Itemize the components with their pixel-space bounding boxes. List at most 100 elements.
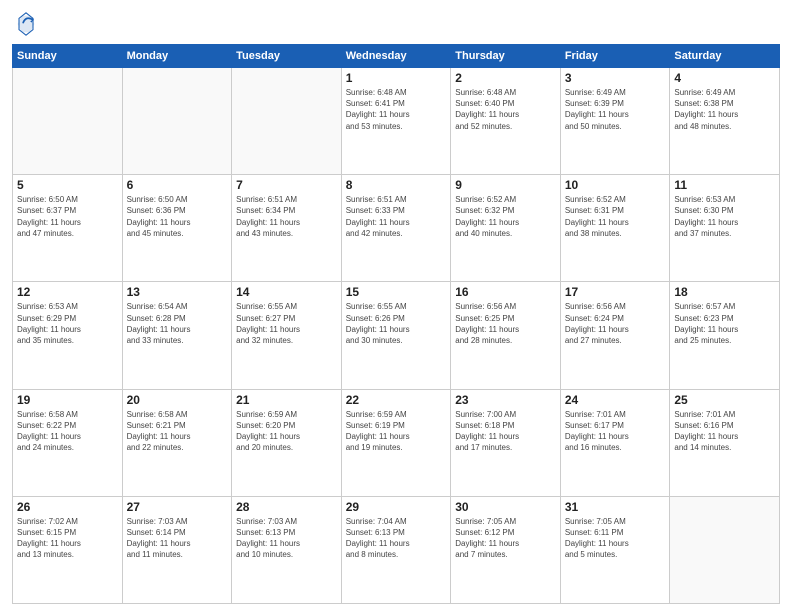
day-number: 12 — [17, 285, 118, 299]
calendar-cell: 22 Sunrise: 6:59 AM Sunset: 6:19 PM Dayli… — [341, 389, 451, 496]
day-number: 18 — [674, 285, 775, 299]
calendar-cell: 14 Sunrise: 6:55 AM Sunset: 6:27 PM Dayli… — [232, 282, 342, 389]
weekday-header-monday: Monday — [122, 45, 232, 68]
week-row-4: 19 Sunrise: 6:58 AM Sunset: 6:22 PM Dayli… — [13, 389, 780, 496]
day-number: 9 — [455, 178, 556, 192]
weekday-header-thursday: Thursday — [451, 45, 561, 68]
logo-icon — [12, 10, 40, 38]
calendar-cell: 2Sunrise: 6:48 AM Sunset: 6:40 PM Daylig… — [451, 68, 561, 175]
calendar-cell: 30 Sunrise: 7:05 AM Sunset: 6:12 PM Dayli… — [451, 496, 561, 603]
calendar-cell: 23Sunrise: 7:00 AM Sunset: 6:18 PM Dayli… — [451, 389, 561, 496]
day-number: 16 — [455, 285, 556, 299]
day-number: 2 — [455, 71, 556, 85]
day-info: Sunrise: 6:51 AM Sunset: 6:33 PM Dayligh… — [346, 194, 447, 239]
weekday-header-wednesday: Wednesday — [341, 45, 451, 68]
day-number: 27 — [127, 500, 228, 514]
calendar-cell: 13 Sunrise: 6:54 AM Sunset: 6:28 PM Dayli… — [122, 282, 232, 389]
day-info: Sunrise: 6:49 AM Sunset: 6:38 PM Dayligh… — [674, 87, 775, 132]
calendar-cell: 21 Sunrise: 6:59 AM Sunset: 6:20 PM Dayli… — [232, 389, 342, 496]
calendar-cell: 3 Sunrise: 6:49 AM Sunset: 6:39 PM Daylig… — [560, 68, 670, 175]
day-number: 26 — [17, 500, 118, 514]
calendar-cell — [122, 68, 232, 175]
calendar-cell: 15 Sunrise: 6:55 AM Sunset: 6:26 PM Dayli… — [341, 282, 451, 389]
day-info: Sunrise: 6:48 AM Sunset: 6:41 PM Dayligh… — [346, 87, 447, 132]
weekday-header-tuesday: Tuesday — [232, 45, 342, 68]
day-info: Sunrise: 6:50 AM Sunset: 6:37 PM Dayligh… — [17, 194, 118, 239]
day-info: Sunrise: 6:58 AM Sunset: 6:21 PM Dayligh… — [127, 409, 228, 454]
day-info: Sunrise: 6:50 AM Sunset: 6:36 PM Dayligh… — [127, 194, 228, 239]
day-number: 30 — [455, 500, 556, 514]
day-info: Sunrise: 6:52 AM Sunset: 6:31 PM Dayligh… — [565, 194, 666, 239]
day-info: Sunrise: 6:51 AM Sunset: 6:34 PM Dayligh… — [236, 194, 337, 239]
day-number: 25 — [674, 393, 775, 407]
calendar-cell: 29 Sunrise: 7:04 AM Sunset: 6:13 PM Dayli… — [341, 496, 451, 603]
calendar-cell — [232, 68, 342, 175]
calendar-cell: 19 Sunrise: 6:58 AM Sunset: 6:22 PM Dayli… — [13, 389, 123, 496]
day-number: 22 — [346, 393, 447, 407]
day-number: 13 — [127, 285, 228, 299]
day-number: 11 — [674, 178, 775, 192]
week-row-1: 1Sunrise: 6:48 AM Sunset: 6:41 PM Daylig… — [13, 68, 780, 175]
top-section — [12, 10, 780, 38]
day-number: 10 — [565, 178, 666, 192]
day-info: Sunrise: 7:05 AM Sunset: 6:12 PM Dayligh… — [455, 516, 556, 561]
page: SundayMondayTuesdayWednesdayThursdayFrid… — [0, 0, 792, 612]
day-number: 4 — [674, 71, 775, 85]
day-info: Sunrise: 6:55 AM Sunset: 6:27 PM Dayligh… — [236, 301, 337, 346]
day-info: Sunrise: 6:49 AM Sunset: 6:39 PM Dayligh… — [565, 87, 666, 132]
day-info: Sunrise: 6:53 AM Sunset: 6:30 PM Dayligh… — [674, 194, 775, 239]
day-info: Sunrise: 6:54 AM Sunset: 6:28 PM Dayligh… — [127, 301, 228, 346]
calendar-cell — [670, 496, 780, 603]
calendar-cell: 18 Sunrise: 6:57 AM Sunset: 6:23 PM Dayli… — [670, 282, 780, 389]
day-number: 6 — [127, 178, 228, 192]
day-number: 14 — [236, 285, 337, 299]
day-info: Sunrise: 6:56 AM Sunset: 6:25 PM Dayligh… — [455, 301, 556, 346]
day-info: Sunrise: 7:01 AM Sunset: 6:16 PM Dayligh… — [674, 409, 775, 454]
calendar-cell: 8Sunrise: 6:51 AM Sunset: 6:33 PM Daylig… — [341, 175, 451, 282]
day-info: Sunrise: 6:56 AM Sunset: 6:24 PM Dayligh… — [565, 301, 666, 346]
day-number: 7 — [236, 178, 337, 192]
day-info: Sunrise: 7:05 AM Sunset: 6:11 PM Dayligh… — [565, 516, 666, 561]
day-info: Sunrise: 6:58 AM Sunset: 6:22 PM Dayligh… — [17, 409, 118, 454]
day-info: Sunrise: 7:03 AM Sunset: 6:14 PM Dayligh… — [127, 516, 228, 561]
day-number: 21 — [236, 393, 337, 407]
calendar-cell: 4 Sunrise: 6:49 AM Sunset: 6:38 PM Daylig… — [670, 68, 780, 175]
day-info: Sunrise: 7:02 AM Sunset: 6:15 PM Dayligh… — [17, 516, 118, 561]
day-number: 29 — [346, 500, 447, 514]
day-info: Sunrise: 7:04 AM Sunset: 6:13 PM Dayligh… — [346, 516, 447, 561]
calendar-cell: 20 Sunrise: 6:58 AM Sunset: 6:21 PM Dayli… — [122, 389, 232, 496]
calendar-cell: 11 Sunrise: 6:53 AM Sunset: 6:30 PM Dayli… — [670, 175, 780, 282]
week-row-3: 12Sunrise: 6:53 AM Sunset: 6:29 PM Dayli… — [13, 282, 780, 389]
weekday-header-sunday: Sunday — [13, 45, 123, 68]
calendar-cell: 6 Sunrise: 6:50 AM Sunset: 6:36 PM Daylig… — [122, 175, 232, 282]
calendar-cell: 16 Sunrise: 6:56 AM Sunset: 6:25 PM Dayli… — [451, 282, 561, 389]
logo — [12, 10, 44, 38]
day-number: 3 — [565, 71, 666, 85]
day-number: 15 — [346, 285, 447, 299]
day-info: Sunrise: 6:59 AM Sunset: 6:19 PM Dayligh… — [346, 409, 447, 454]
day-number: 31 — [565, 500, 666, 514]
calendar-cell: 10 Sunrise: 6:52 AM Sunset: 6:31 PM Dayli… — [560, 175, 670, 282]
day-info: Sunrise: 7:03 AM Sunset: 6:13 PM Dayligh… — [236, 516, 337, 561]
calendar-cell: 7 Sunrise: 6:51 AM Sunset: 6:34 PM Daylig… — [232, 175, 342, 282]
weekday-header-friday: Friday — [560, 45, 670, 68]
day-number: 20 — [127, 393, 228, 407]
calendar-cell: 12Sunrise: 6:53 AM Sunset: 6:29 PM Dayli… — [13, 282, 123, 389]
week-row-2: 5 Sunrise: 6:50 AM Sunset: 6:37 PM Daylig… — [13, 175, 780, 282]
day-number: 19 — [17, 393, 118, 407]
day-info: Sunrise: 6:52 AM Sunset: 6:32 PM Dayligh… — [455, 194, 556, 239]
day-number: 17 — [565, 285, 666, 299]
day-info: Sunrise: 6:57 AM Sunset: 6:23 PM Dayligh… — [674, 301, 775, 346]
calendar-table: SundayMondayTuesdayWednesdayThursdayFrid… — [12, 44, 780, 604]
calendar-cell: 5 Sunrise: 6:50 AM Sunset: 6:37 PM Daylig… — [13, 175, 123, 282]
day-info: Sunrise: 6:55 AM Sunset: 6:26 PM Dayligh… — [346, 301, 447, 346]
day-number: 5 — [17, 178, 118, 192]
day-info: Sunrise: 7:01 AM Sunset: 6:17 PM Dayligh… — [565, 409, 666, 454]
calendar-cell: 31 Sunrise: 7:05 AM Sunset: 6:11 PM Dayli… — [560, 496, 670, 603]
calendar-cell: 25 Sunrise: 7:01 AM Sunset: 6:16 PM Dayli… — [670, 389, 780, 496]
day-number: 28 — [236, 500, 337, 514]
calendar-cell: 26 Sunrise: 7:02 AM Sunset: 6:15 PM Dayli… — [13, 496, 123, 603]
week-row-5: 26 Sunrise: 7:02 AM Sunset: 6:15 PM Dayli… — [13, 496, 780, 603]
weekday-header-saturday: Saturday — [670, 45, 780, 68]
day-info: Sunrise: 6:59 AM Sunset: 6:20 PM Dayligh… — [236, 409, 337, 454]
